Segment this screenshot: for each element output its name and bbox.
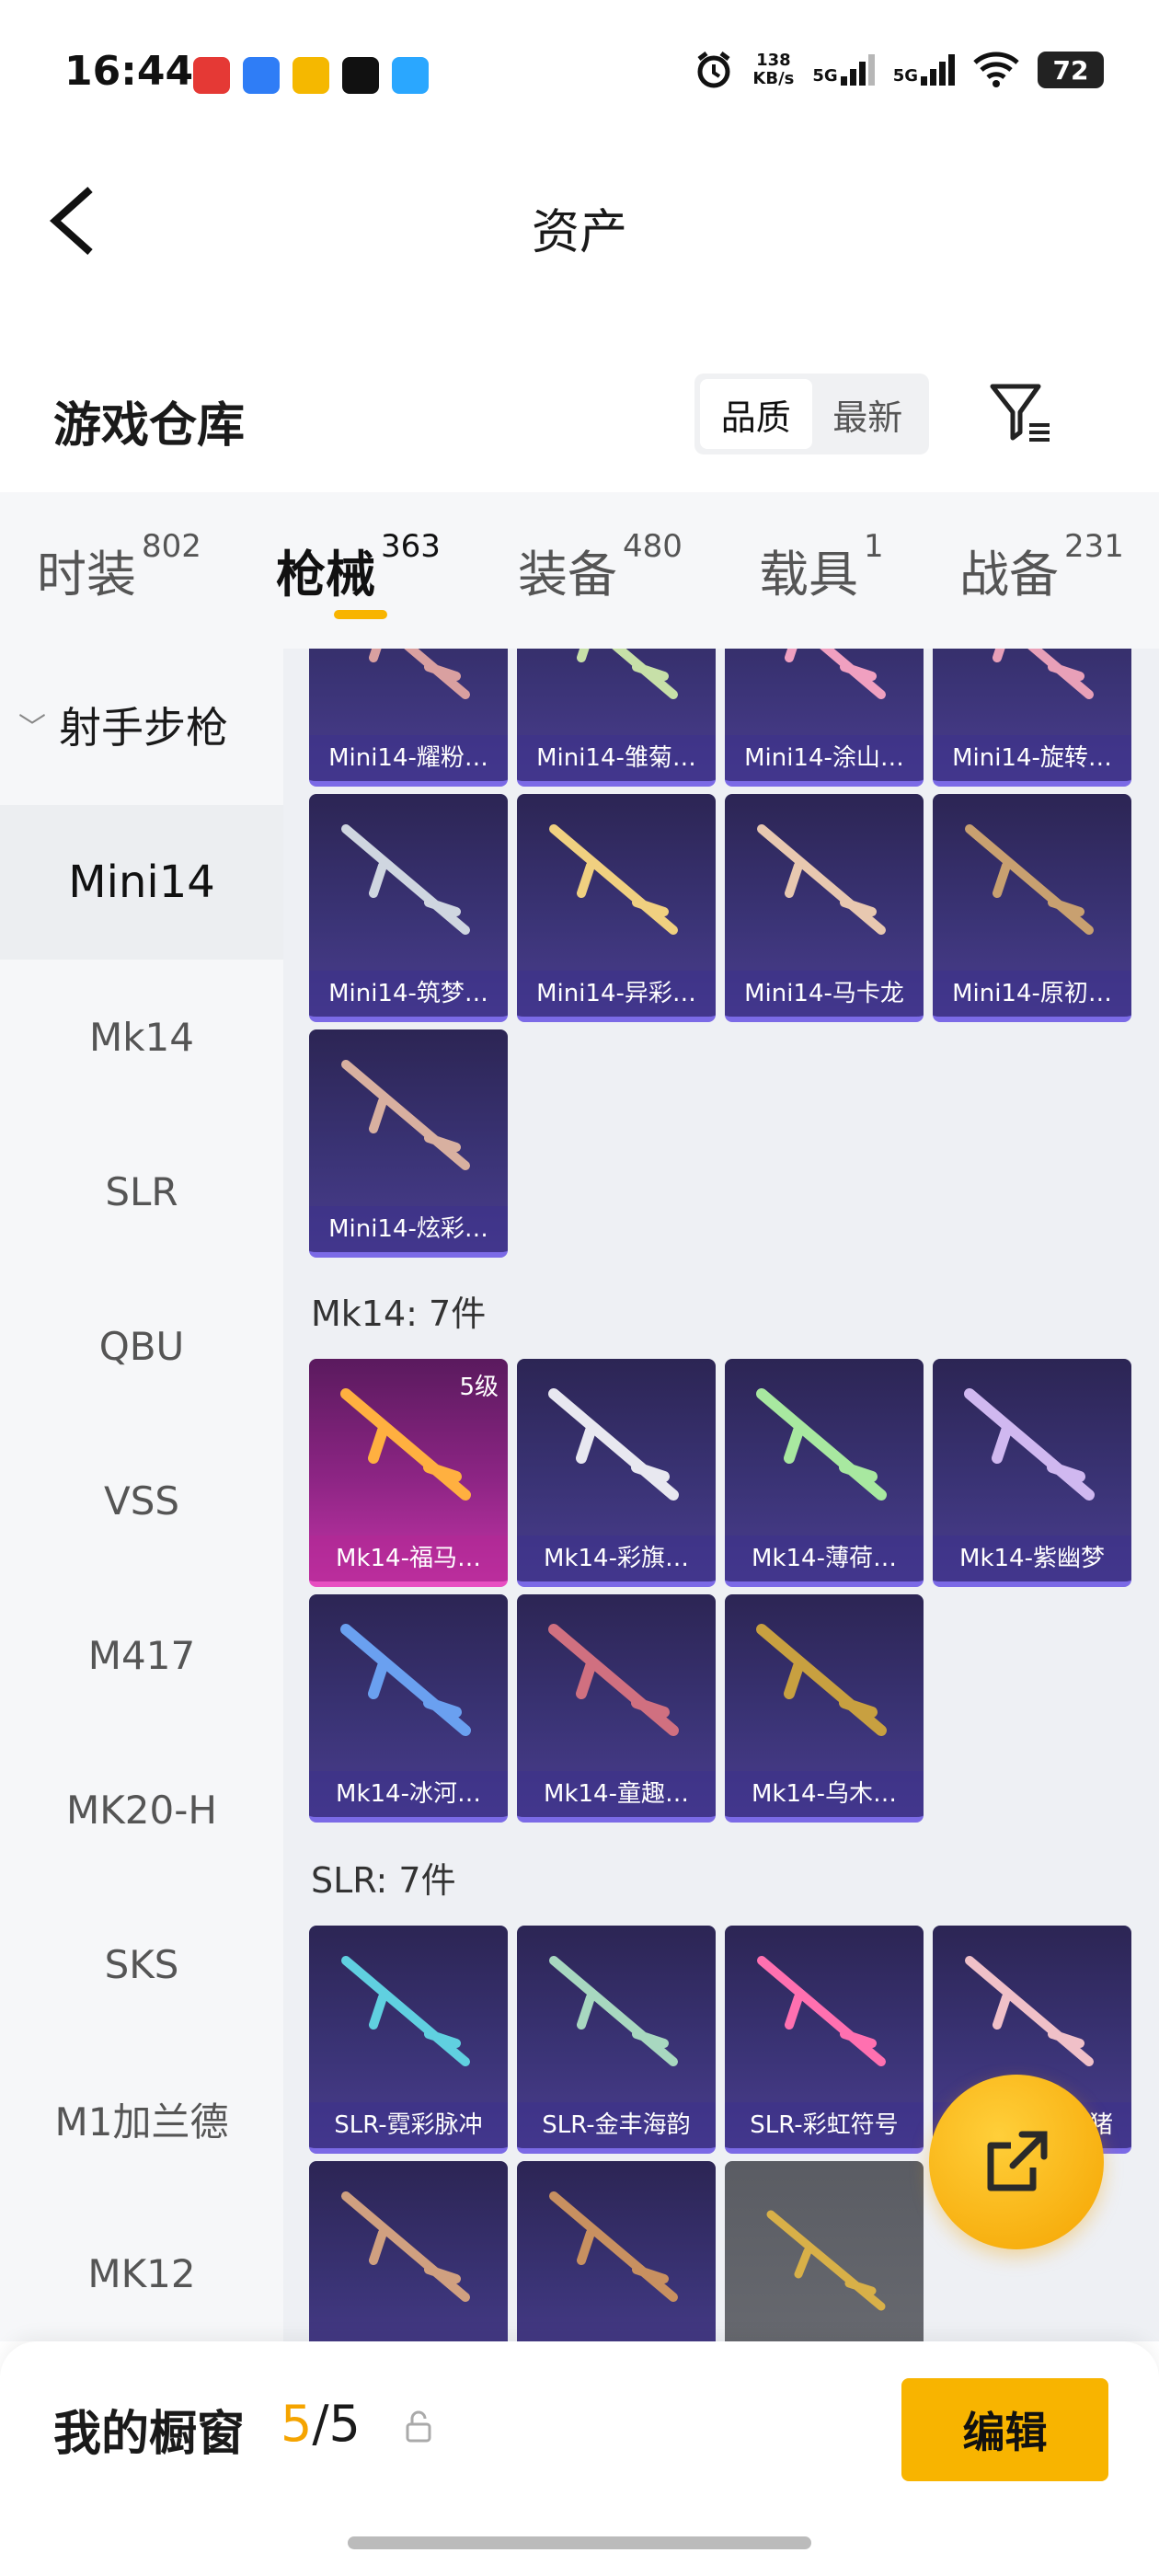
network-speed: 138 KB/s bbox=[752, 51, 795, 88]
warehouse-section: 游戏仓库 品质 最新 bbox=[0, 350, 1159, 488]
tab-gear[interactable]: 战备 231 bbox=[959, 528, 1124, 606]
status-right: 138 KB/s 5G 5G 72 bbox=[694, 50, 1104, 90]
signal-icon-2: 5G bbox=[893, 54, 955, 86]
app-icon-send bbox=[392, 57, 429, 94]
item-card[interactable] bbox=[517, 2161, 716, 2341]
rifle-icon bbox=[785, 649, 886, 699]
showcase-count: 5/5 bbox=[281, 2395, 361, 2453]
sidebar-category[interactable]: ﹀ 射手步枪 bbox=[18, 695, 228, 755]
rifle-icon bbox=[341, 1956, 470, 2066]
rifle-icon bbox=[548, 1624, 679, 1736]
sidebar-item-slr[interactable]: SLR bbox=[0, 1114, 283, 1269]
rifle-icon bbox=[549, 2191, 678, 2302]
page-title: 资产 bbox=[531, 205, 627, 260]
sidebar-item-mk12[interactable]: MK12 bbox=[0, 2196, 283, 2351]
notification-icons bbox=[193, 57, 429, 94]
rifle-icon bbox=[756, 1388, 887, 1501]
share-button[interactable] bbox=[929, 2075, 1104, 2249]
sidebar-item-m1garand[interactable]: M1加兰德 bbox=[0, 2041, 283, 2196]
status-bar: 16:44 138 KB/s 5G 5G 72 bbox=[0, 0, 1159, 156]
section-title: 游戏仓库 bbox=[53, 398, 246, 454]
rifle-icon bbox=[549, 824, 678, 935]
category-tabs: 时装 802 枪械 363 装备 480 载具 1 战备 231 bbox=[0, 492, 1159, 649]
item-card[interactable]: SLR-金丰海韵 bbox=[517, 1926, 716, 2154]
share-icon bbox=[987, 2131, 1048, 2191]
app-icon-chat bbox=[243, 57, 280, 94]
sort-latest[interactable]: 最新 bbox=[812, 379, 924, 449]
tab-fashion[interactable]: 时装 802 bbox=[37, 528, 201, 606]
sidebar-item-mk20h[interactable]: MK20-H bbox=[0, 1732, 283, 1887]
rifle-icon bbox=[756, 1624, 887, 1736]
sort-toggle: 品质 最新 bbox=[694, 374, 929, 454]
group-label-mk14: Mk14: 7件 bbox=[311, 1294, 487, 1334]
rifle-icon bbox=[341, 824, 470, 935]
item-card[interactable] bbox=[309, 2161, 508, 2341]
item-card[interactable]: Mk14-乌木… bbox=[725, 1594, 924, 1823]
sidebar-item-sks[interactable]: SKS bbox=[0, 1887, 283, 2041]
app-icon-tiktok bbox=[342, 57, 379, 94]
level-badge: 5级 bbox=[459, 1374, 499, 1401]
alarm-icon bbox=[697, 52, 730, 88]
rifle-icon bbox=[757, 1956, 886, 2066]
status-time: 16:44 bbox=[64, 48, 194, 95]
tab-underline bbox=[334, 610, 387, 619]
rifle-icon bbox=[964, 1388, 1095, 1501]
chevron-down-icon: ﹀ bbox=[18, 712, 46, 744]
rifle-icon bbox=[341, 2191, 470, 2302]
header: 资产 bbox=[0, 156, 1159, 294]
rifle-icon bbox=[993, 649, 1094, 699]
sidebar-item-mini14[interactable]: Mini14 bbox=[0, 805, 283, 960]
rifle-icon bbox=[766, 2210, 886, 2311]
item-card[interactable]: Mini14-耀粉… bbox=[309, 649, 508, 787]
sidebar-item-qbu[interactable]: QBU bbox=[0, 1269, 283, 1423]
item-card[interactable]: Mini14-筑梦… bbox=[309, 794, 508, 1022]
lock-icon bbox=[406, 2410, 431, 2443]
rifle-icon bbox=[369, 649, 470, 699]
sidebar-item-vss[interactable]: VSS bbox=[0, 1423, 283, 1578]
group-label-slr: SLR: 7件 bbox=[311, 1860, 456, 1901]
tab-vehicles[interactable]: 载具 1 bbox=[759, 528, 884, 606]
rifle-icon bbox=[549, 1956, 678, 2066]
rifle-icon bbox=[548, 1388, 679, 1501]
edit-button[interactable]: 编辑 bbox=[901, 2378, 1108, 2481]
wifi-icon bbox=[973, 52, 1019, 87]
item-card[interactable]: Mk14-薄荷… bbox=[725, 1359, 924, 1587]
item-card[interactable]: Mini14-原初… bbox=[933, 794, 1131, 1022]
rifle-icon bbox=[965, 824, 1094, 935]
app-icon-listen bbox=[193, 57, 230, 94]
item-card[interactable]: Mini14-马卡龙 bbox=[725, 794, 924, 1022]
item-card[interactable]: Mini14-炫彩… bbox=[309, 1029, 508, 1258]
sidebar-item-m417[interactable]: M417 bbox=[0, 1578, 283, 1732]
item-card[interactable]: Mk14-紫幽梦 bbox=[933, 1359, 1131, 1587]
app-icon-hand bbox=[293, 57, 329, 94]
showcase-label: 我的橱窗 bbox=[53, 2407, 246, 2462]
item-card[interactable]: Mini14-旋转… bbox=[933, 649, 1131, 787]
rifle-icon bbox=[340, 1624, 471, 1736]
rifle-icon bbox=[341, 1060, 470, 1170]
sidebar-item-mk14[interactable]: Mk14 bbox=[0, 960, 283, 1114]
item-card[interactable]: Mini14-涂山… bbox=[725, 649, 924, 787]
signal-icon: 5G bbox=[812, 54, 875, 86]
item-card[interactable]: Mk14-冰河… bbox=[309, 1594, 508, 1823]
filter-icon[interactable] bbox=[989, 381, 1053, 445]
rifle-icon bbox=[965, 1956, 1094, 2066]
tab-guns[interactable]: 枪械 363 bbox=[276, 528, 441, 606]
home-indicator bbox=[348, 2536, 811, 2549]
item-card[interactable]: Mini14-异彩… bbox=[517, 794, 716, 1022]
rifle-icon bbox=[757, 824, 886, 935]
item-card[interactable] bbox=[725, 2161, 924, 2341]
item-card[interactable]: SLR-彩虹符号 bbox=[725, 1926, 924, 2154]
rifle-icon bbox=[577, 649, 678, 699]
item-card[interactable]: Mk14-童趣… bbox=[517, 1594, 716, 1823]
battery-icon: 72 bbox=[1038, 52, 1104, 88]
item-card[interactable]: Mini14-雏菊… bbox=[517, 649, 716, 787]
sidebar: ﹀ 射手步枪 Mini14 Mk14 SLR QBU VSS M417 MK20-… bbox=[0, 649, 283, 2341]
sort-quality[interactable]: 品质 bbox=[700, 379, 812, 449]
item-card[interactable]: SLR-霓彩脉冲 bbox=[309, 1926, 508, 2154]
tab-equipment[interactable]: 装备 480 bbox=[518, 528, 683, 606]
item-card[interactable]: Mk14-彩旗… bbox=[517, 1359, 716, 1587]
item-card[interactable]: 5级 Mk14-福马… bbox=[309, 1359, 508, 1587]
